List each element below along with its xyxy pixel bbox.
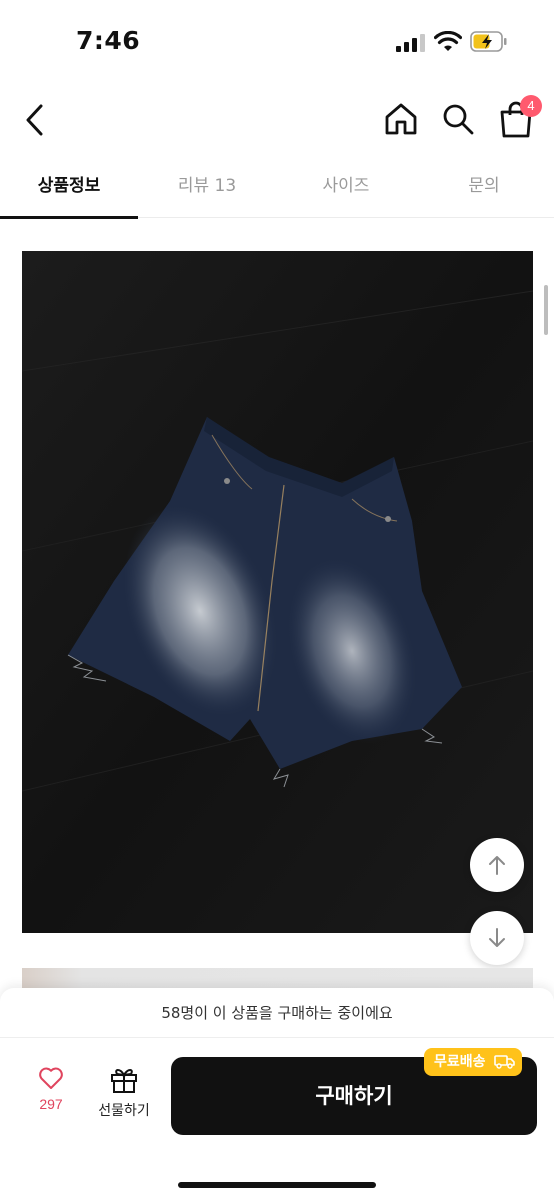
arrow-up-icon — [489, 856, 505, 875]
status-bar: 7:46 — [0, 0, 554, 80]
tab-product-info[interactable]: 상품정보 — [0, 160, 138, 219]
product-tabs: 상품정보 리뷰 13 사이즈 문의 — [0, 160, 554, 219]
scrollbar[interactable] — [544, 285, 548, 335]
wifi-icon — [434, 31, 462, 51]
cart-count-badge: 4 — [520, 95, 542, 117]
product-image — [22, 251, 533, 933]
gift-label: 선물하기 — [98, 1103, 150, 1119]
free-shipping-label: 무료배송 — [434, 1054, 486, 1070]
free-shipping-badge: 무료배송 — [424, 1048, 523, 1076]
denim-shorts-photo — [22, 251, 533, 933]
buyers-count-notice: 58명이 이 상품을 구매하는 중이에요 — [0, 988, 554, 1038]
gift-icon — [111, 1069, 137, 1093]
tab-reviews[interactable]: 리뷰 13 — [138, 160, 276, 218]
home-icon[interactable] — [382, 100, 420, 138]
battery-charging-icon — [470, 31, 507, 52]
like-count: 297 — [39, 1096, 63, 1112]
purchase-bottom-sheet: 58명이 이 상품을 구매하는 중이에요 297 선물하기 구매하기 — [0, 988, 554, 1200]
truck-icon — [494, 1055, 516, 1069]
like-button[interactable]: 297 — [26, 1058, 76, 1128]
cellular-signal-icon — [396, 34, 425, 52]
gift-button[interactable]: 선물하기 — [88, 1056, 160, 1128]
status-time: 7:46 — [76, 26, 141, 55]
tab-inquiry[interactable]: 문의 — [415, 160, 553, 218]
heart-icon — [39, 1067, 63, 1089]
scroll-to-top-button[interactable] — [470, 838, 524, 892]
home-indicator — [178, 1182, 376, 1188]
chevron-left-icon[interactable] — [20, 100, 50, 140]
scroll-to-bottom-button[interactable] — [470, 911, 524, 965]
arrow-down-icon — [489, 928, 505, 947]
top-navigation-bar — [0, 90, 554, 150]
search-icon[interactable] — [440, 100, 476, 138]
tab-size[interactable]: 사이즈 — [277, 160, 415, 218]
